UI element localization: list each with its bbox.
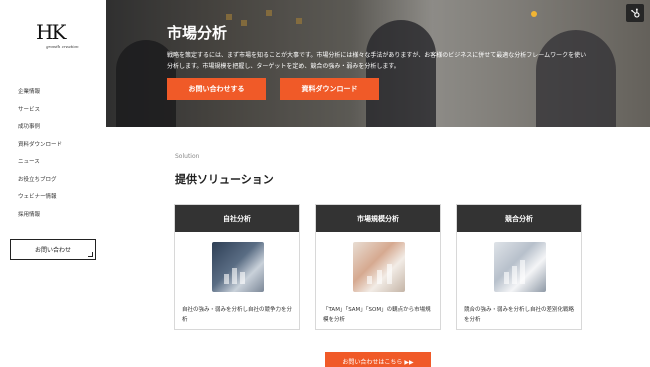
sidebar-item-webinars[interactable]: ウェビナー情報 [18, 189, 62, 207]
hubspot-icon[interactable] [626, 4, 644, 22]
sidebar-item-services[interactable]: サービス [18, 102, 62, 120]
sidebar-contact-button[interactable]: お問い合わせ [10, 239, 96, 260]
laptop-graph-image [494, 242, 546, 292]
logo-mark: HK [36, 20, 66, 44]
hero-contact-button[interactable]: お問い合わせする [167, 78, 266, 100]
image-detail [224, 274, 229, 284]
card-title: 市場規模分析 [316, 205, 440, 232]
card-title: 自社分析 [175, 205, 299, 232]
corner-arrow-icon [88, 252, 93, 257]
sidebar-nav: 企業情報 サービス 成功事例 資料ダウンロード ニュース お役立ちブログ ウェビ… [18, 84, 62, 224]
card-description: 自社の強み・弱みを分析し自社の競争力を分析 [182, 307, 293, 323]
sidebar-item-company[interactable]: 企業情報 [18, 84, 62, 102]
page-title: 市場分析 [167, 24, 228, 42]
solution-card-competitor[interactable]: 競合分析 競合の強み・弱みを分析し自社の差別化戦略を分析 [456, 204, 582, 330]
hero-download-button[interactable]: 資料ダウンロード [280, 78, 379, 100]
image-detail [232, 268, 237, 284]
image-detail [520, 260, 525, 284]
image-detail [377, 270, 382, 284]
company-logo[interactable]: HK growth creation [36, 20, 79, 54]
logo-tagline: growth creation [46, 44, 79, 49]
image-detail [504, 272, 509, 284]
section-title: 提供ソリューション [175, 173, 274, 186]
sidebar-contact-label: お問い合わせ [34, 247, 71, 254]
sidebar-item-blog[interactable]: お役立ちブログ [18, 172, 62, 190]
hero-banner: 市場分析 戦略を策定するには、まず市場を知ることが大事です。市場分析には様々な手… [106, 0, 650, 127]
card-description: 「TAM」「SAM」「SOM」の観点から市場規模を分析 [323, 307, 431, 323]
contact-cta-button[interactable]: お問い合わせはこちら ▶▶ [325, 352, 431, 367]
hero-description: 戦略を策定するには、まず市場を知ることが大事です。市場分析には様々な手法がありま… [167, 52, 587, 70]
image-detail [367, 276, 372, 284]
image-detail [387, 264, 392, 284]
hubspot-glyph-icon [630, 8, 640, 18]
charts-documents-image [353, 242, 405, 292]
solution-card-market-size[interactable]: 市場規模分析 「TAM」「SAM」「SOM」の観点から市場規模を分析 [315, 204, 441, 330]
solution-card-self-analysis[interactable]: 自社分析 自社の強み・弱みを分析し自社の競争力を分析 [174, 204, 300, 330]
sidebar-item-news[interactable]: ニュース [18, 154, 62, 172]
sidebar-item-downloads[interactable]: 資料ダウンロード [18, 137, 62, 155]
card-description: 競合の強み・弱みを分析し自社の差別化戦略を分析 [464, 307, 575, 323]
section-label: Solution [175, 153, 200, 160]
laptop-analysis-image [212, 242, 264, 292]
image-detail [512, 266, 517, 284]
sidebar-item-case-studies[interactable]: 成功事例 [18, 119, 62, 137]
sidebar-item-recruit[interactable]: 採用情報 [18, 207, 62, 225]
sidebar: HK growth creation 企業情報 サービス 成功事例 資料ダウンロ… [0, 0, 106, 367]
decorative-dot [531, 11, 537, 17]
card-title: 競合分析 [457, 205, 581, 232]
image-detail [240, 272, 245, 284]
